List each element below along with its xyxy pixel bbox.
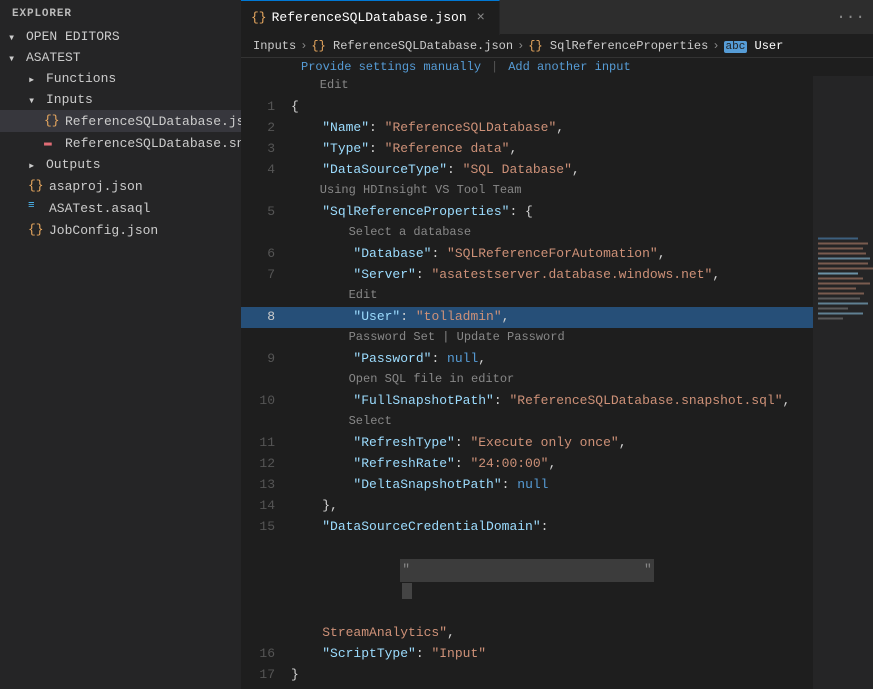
json-icon: {}	[44, 113, 60, 129]
code-line-12: 12 "RefreshRate": "24:00:00",	[241, 454, 813, 475]
tab-icon: {}	[251, 10, 267, 25]
sidebar-item-referencesql-sn[interactable]: ▬ ReferenceSQLDatabase.sn...	[0, 132, 241, 154]
annotation-open-sql: Open SQL file in editor	[241, 370, 813, 391]
sidebar-item-jobconfig[interactable]: {} JobConfig.json	[0, 219, 241, 241]
sidebar: EXPLORER OPEN EDITORS ASATEST Functions …	[0, 0, 241, 689]
code-line-7: 7 "Server": "asatestserver.database.wind…	[241, 265, 813, 286]
code-editor[interactable]: Edit 1 { 2 "Name": "ReferenceSQLDatabase…	[241, 76, 873, 689]
tab-close-button[interactable]: ×	[473, 10, 489, 26]
db-icon: ▬	[44, 135, 60, 151]
code-line-6: 6 "Database": "SQLReferenceForAutomation…	[241, 244, 813, 265]
code-line-17: 17 }	[241, 665, 813, 686]
sidebar-item-referencesql-json[interactable]: {} ReferenceSQLDatabase.json	[0, 110, 241, 132]
tab-referencesql[interactable]: {} ReferenceSQLDatabase.json ×	[241, 0, 500, 35]
code-line-16: 16 "ScriptType": "Input"	[241, 644, 813, 665]
code-line-14: 14 },	[241, 496, 813, 517]
asaql-label: ASATest.asaql	[49, 201, 150, 216]
sidebar-item-asaproj[interactable]: {} asaproj.json	[0, 175, 241, 197]
provide-settings-link[interactable]: Provide settings manually	[301, 60, 481, 74]
editor-toolbar: Provide settings manually | Add another …	[241, 58, 873, 76]
code-line-streamanalytics: StreamAnalytics",	[241, 623, 813, 644]
tab-bar: {} ReferenceSQLDatabase.json × ···	[241, 0, 873, 35]
code-line-5: 5 "SqlReferenceProperties": {	[241, 202, 813, 223]
code-line-11: 11 "RefreshType": "Execute only once",	[241, 433, 813, 454]
code-line-3: 3 "Type": "Reference data",	[241, 139, 813, 160]
code-line-15: 15 "DataSourceCredentialDomain":	[241, 517, 813, 538]
code-line-2: 2 "Name": "ReferenceSQLDatabase",	[241, 118, 813, 139]
sidebar-title: EXPLORER	[0, 0, 241, 26]
asatest-chevron	[8, 51, 22, 65]
breadcrumb-inputs[interactable]: Inputs	[253, 39, 296, 53]
code-line-4: 4 "DataSourceType": "SQL Database",	[241, 160, 813, 181]
inputs-label: Inputs	[46, 92, 93, 107]
sidebar-item-functions[interactable]: Functions	[0, 68, 241, 89]
code-line-1: 1 {	[241, 97, 813, 118]
annotation-edit-1: Edit	[241, 76, 813, 97]
open-editors-header[interactable]: OPEN EDITORS	[0, 26, 241, 47]
breadcrumb-sqlrefprops[interactable]: {} SqlReferenceProperties	[528, 39, 708, 53]
code-line-completion: " "	[241, 538, 813, 623]
asatest-label: ASATEST	[26, 50, 81, 65]
annotation-hdinsight: Using HDInsight VS Tool Team	[241, 181, 813, 202]
asatest-header[interactable]: ASATEST	[0, 47, 241, 68]
tab-label: ReferenceSQLDatabase.json	[272, 10, 467, 25]
annotation-password: Password Set | Update Password	[241, 328, 813, 349]
annotation-edit-2: Edit	[241, 286, 813, 307]
functions-label: Functions	[46, 71, 116, 86]
code-line-13: 13 "DeltaSnapshotPath": null	[241, 475, 813, 496]
minimap	[813, 76, 873, 689]
jobconfig-json-icon: {}	[28, 222, 44, 238]
breadcrumb-referencesql[interactable]: {} ReferenceSQLDatabase.json	[311, 39, 513, 53]
add-another-input-link[interactable]: Add another input	[508, 60, 630, 74]
editor-area: {} ReferenceSQLDatabase.json × ··· Input…	[241, 0, 873, 689]
asaproj-json-icon: {}	[28, 178, 44, 194]
code-line-9: 9 "Password": null,	[241, 349, 813, 370]
asaql-icon: ≡	[28, 200, 44, 216]
breadcrumb-user[interactable]: abc User	[724, 39, 784, 53]
referencesql-json-label: ReferenceSQLDatabase.json	[65, 114, 241, 129]
breadcrumb: Inputs › {} ReferenceSQLDatabase.json › …	[241, 35, 873, 58]
minimap-svg	[813, 76, 873, 689]
asaproj-label: asaproj.json	[49, 179, 143, 194]
outputs-label: Outputs	[46, 157, 101, 172]
referencesql-sn-label: ReferenceSQLDatabase.sn...	[65, 136, 241, 151]
outputs-chevron	[28, 158, 42, 172]
open-editors-label: OPEN EDITORS	[26, 29, 120, 44]
jobconfig-label: JobConfig.json	[49, 223, 158, 238]
functions-chevron	[28, 72, 42, 86]
code-line-8: 8 "User": "tolladmin",	[241, 307, 813, 328]
inputs-chevron	[28, 93, 42, 107]
tab-more-button[interactable]: ···	[828, 8, 873, 26]
annotation-select: Select	[241, 412, 813, 433]
open-editors-chevron	[8, 30, 22, 44]
sidebar-item-inputs[interactable]: Inputs	[0, 89, 241, 110]
annotation-select-db: Select a database	[241, 223, 813, 244]
code-line-10: 10 "FullSnapshotPath": "ReferenceSQLData…	[241, 391, 813, 412]
sidebar-item-asatest-asaql[interactable]: ≡ ASATest.asaql	[0, 197, 241, 219]
sidebar-item-outputs[interactable]: Outputs	[0, 154, 241, 175]
